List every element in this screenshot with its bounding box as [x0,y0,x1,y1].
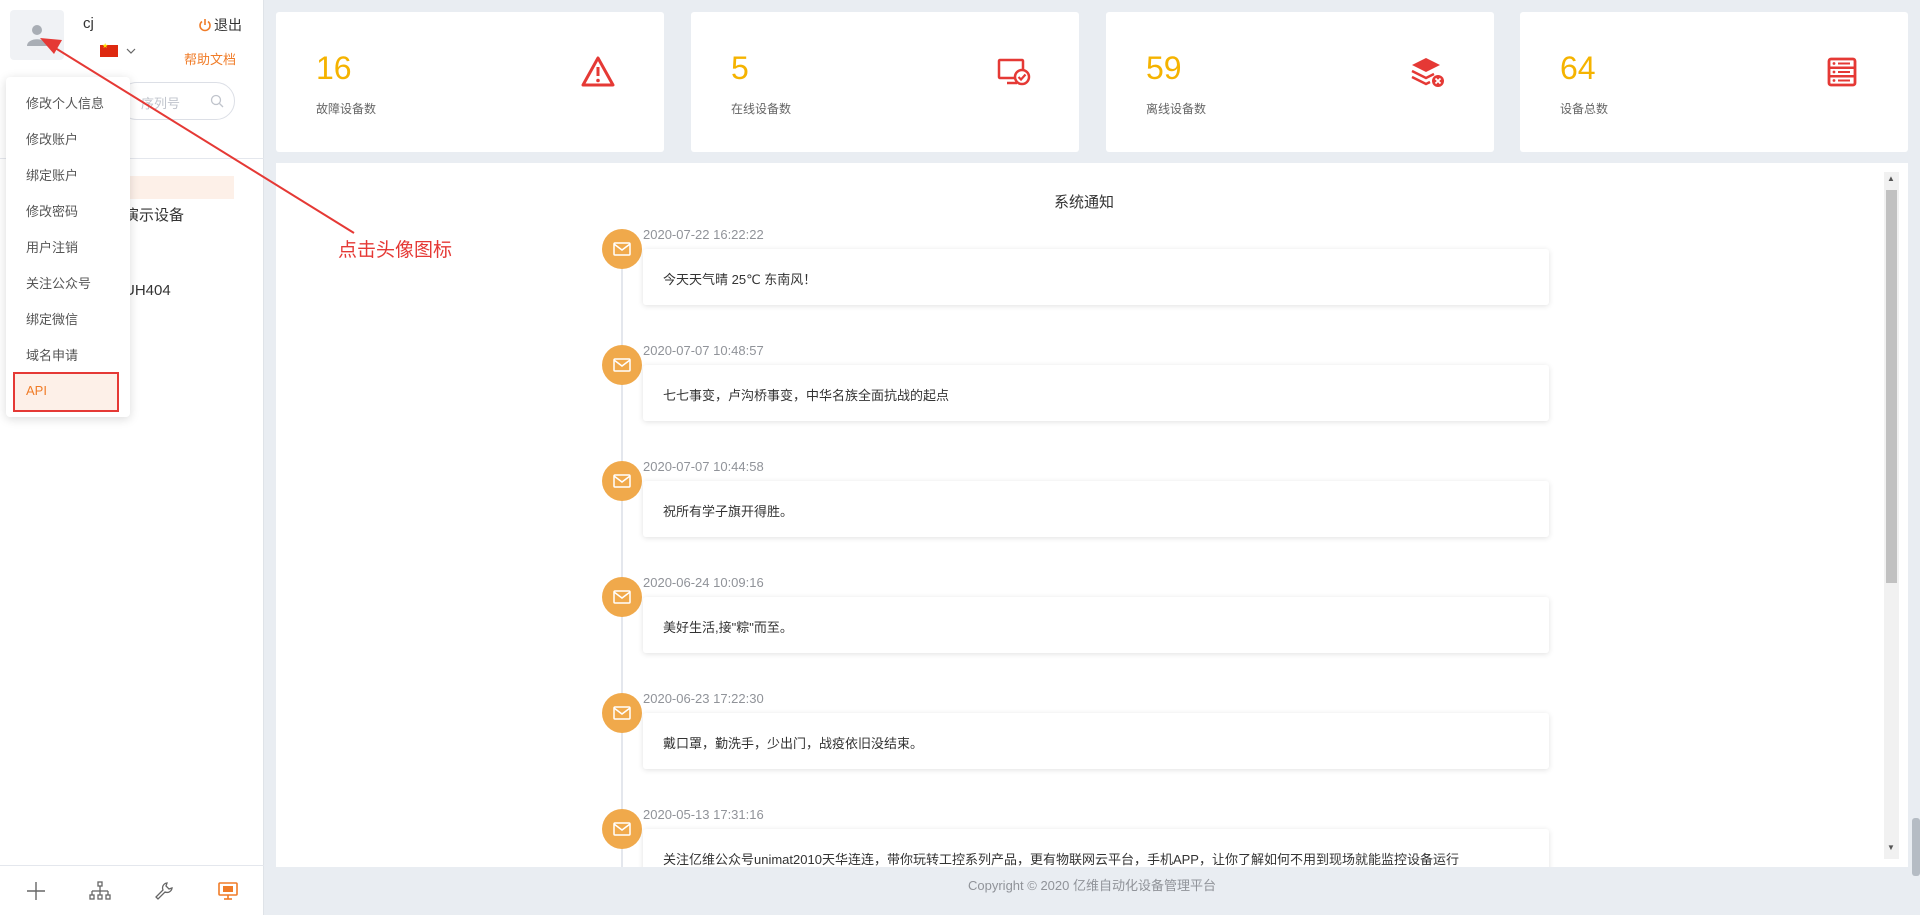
annotation-text: 点击头像图标 [338,240,453,261]
stat-label: 故障设备数 [316,102,377,116]
monitor-icon[interactable] [213,876,243,906]
help-docs-link[interactable]: 帮助文档 [184,49,236,68]
menu-item-api-label: API [26,383,47,398]
menu-item-follow-official[interactable]: 关注公众号 [26,273,91,292]
stat-label: 在线设备数 [731,102,792,116]
notice-date: 2020-07-22 16:22:22 [643,227,764,242]
stat-label: 设备总数 [1560,102,1609,116]
menu-item-bind-wechat[interactable]: 绑定微信 [26,309,78,328]
side-drag-handle[interactable] [1912,818,1920,876]
stat-value: 64 [1560,50,1596,86]
mail-icon [602,461,642,501]
avatar-dropdown-menu: 修改个人信息 修改账户 绑定账户 修改密码 用户注销 关注公众号 绑定微信 域名… [6,77,130,417]
user-avatar-icon [27,25,47,46]
notice-card: 祝所有学子旗开得胜。 [643,481,1549,537]
notice-card: 关注亿维公众号unimat2010天华连连，带你玩转工控系列产品，更有物联网云平… [643,829,1549,867]
power-icon [199,19,211,32]
footer-copyright: Copyright © 2020 亿维自动化设备管理平台 [968,878,1216,893]
search-icon[interactable] [210,94,224,108]
timeline-line [621,238,623,867]
search-input[interactable]: 序列号 [118,82,235,120]
avatar[interactable] [10,10,64,60]
notification-panel: 系统通知 2020-07-22 16:22:22 今天天气晴 25℃ 东南风！ … [276,163,1908,867]
mail-icon [602,693,642,733]
stat-card-fault: 16 故障设备数 [276,12,664,152]
logout-button[interactable]: 退出 [198,15,242,35]
scroll-down-arrow-icon[interactable]: ▼ [1887,843,1895,852]
monitor-check-icon [997,58,1031,86]
stat-value: 5 [731,50,749,86]
stack-offline-icon [1411,58,1444,87]
add-icon[interactable] [21,876,51,906]
menu-item-user-cancel[interactable]: 用户注销 [26,237,78,256]
menu-item-bind-account[interactable]: 绑定账户 [26,165,78,184]
notice-card: 美好生活,接"粽"而至。 [643,597,1549,653]
chevron-down-icon [126,48,136,54]
search-placeholder: 序列号 [141,96,181,111]
scrollbar-thumb[interactable] [1886,190,1897,583]
scroll-up-arrow-icon[interactable]: ▲ [1887,174,1895,183]
notice-card: 今天天气晴 25℃ 东南风！ [643,249,1549,305]
menu-item-domain-apply[interactable]: 域名申请 [26,345,78,364]
menu-item-api[interactable]: API [13,372,119,412]
tree-item-uh404[interactable]: UH404 [124,282,171,299]
stat-card-offline: 59 离线设备数 [1106,12,1494,152]
stat-value: 59 [1146,50,1182,86]
username: cj [83,15,94,32]
menu-item-change-password[interactable]: 修改密码 [26,201,78,220]
org-tree-icon[interactable] [85,876,115,906]
notice-card: 七七事变，卢沟桥事变，中华名族全面抗战的起点 [643,365,1549,421]
server-list-icon [1827,57,1857,87]
mail-icon [602,809,642,849]
wrench-icon[interactable] [149,876,179,906]
stat-value: 16 [316,50,352,86]
menu-item-edit-profile[interactable]: 修改个人信息 [26,93,104,112]
warning-triangle-icon [581,56,615,87]
mail-icon [602,345,642,385]
mail-icon [602,229,642,269]
notice-date: 2020-05-13 17:31:16 [643,807,764,822]
tree-item-demo-devices[interactable]: 演示设备 [124,204,184,225]
language-selector[interactable] [100,42,136,57]
notice-date: 2020-06-23 17:22:30 [643,691,764,706]
stat-label: 离线设备数 [1146,102,1207,116]
notice-date: 2020-06-24 10:09:16 [643,575,764,590]
notice-card: 戴口罩，勤洗手，少出门，战疫依旧没结束。 [643,713,1549,769]
notice-date: 2020-07-07 10:44:58 [643,459,764,474]
sidebar-bottom-toolbar [0,865,264,915]
notice-date: 2020-07-07 10:48:57 [643,343,764,358]
china-flag-icon [100,42,118,57]
notice-title: 系统通知 [1053,194,1114,211]
stat-card-online: 5 在线设备数 [691,12,1079,152]
menu-item-edit-account[interactable]: 修改账户 [26,129,78,148]
mail-icon [602,577,642,617]
tree-selected-row[interactable] [118,176,234,199]
stat-card-total: 64 设备总数 [1520,12,1908,152]
logout-label: 退出 [214,17,242,33]
